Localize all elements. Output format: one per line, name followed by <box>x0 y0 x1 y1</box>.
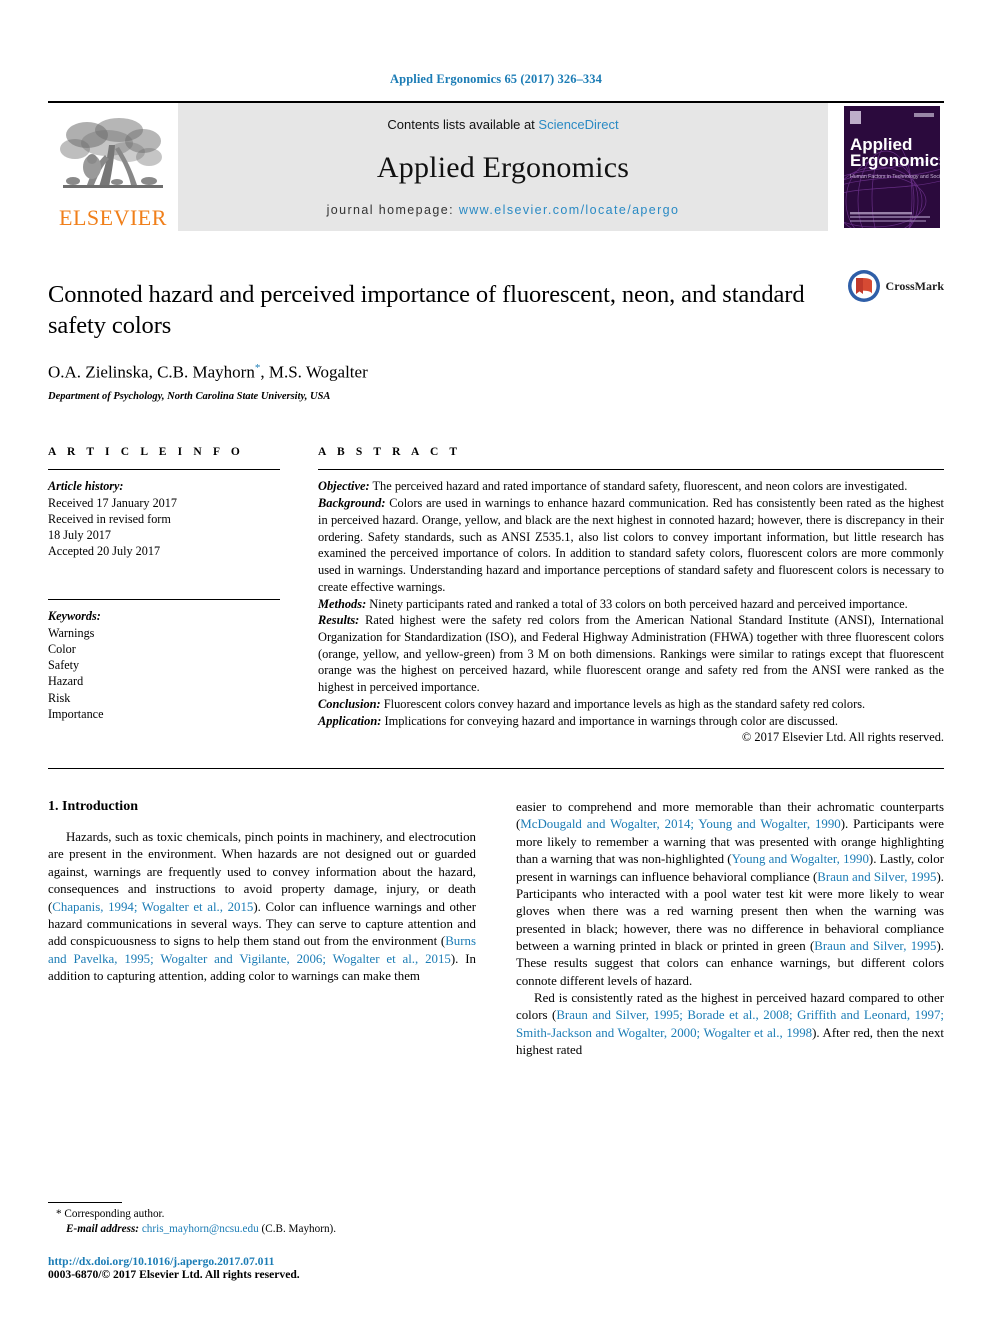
citation-link[interactable]: McDougald and Wogalter, 2014; Young and … <box>520 817 840 831</box>
body-column-right: easier to comprehend and more memorable … <box>516 799 944 1059</box>
abstract-section-text: Fluorescent colors convey hazard and imp… <box>380 696 866 711</box>
abstract-heading: A B S T R A C T <box>318 446 462 459</box>
keywords-block: Keywords: Warnings Color Safety Hazard R… <box>48 599 280 722</box>
journal-title: Applied Ergonomics <box>376 150 630 184</box>
journal-cover-thumbnail: Applied Ergonomics Human Factors in Tech… <box>840 103 944 231</box>
paragraph: Red is consistently rated as the highest… <box>516 990 944 1059</box>
keyword-item: Importance <box>48 706 104 721</box>
elsevier-logo: ELSEVIER <box>48 103 178 231</box>
abstract-section-label: Results: <box>318 613 360 628</box>
title-block: CrossMark Connoted hazard and perceived … <box>48 270 944 403</box>
paragraph: easier to comprehend and more memorable … <box>516 799 944 990</box>
author-list: O.A. Zielinska, C.B. Mayhorn*, M.S. Woga… <box>48 362 944 383</box>
abstract-section-label: Conclusion: <box>318 696 381 711</box>
abstract-section-text: Colors are used in warnings to enhance h… <box>318 496 944 594</box>
doi-block: http://dx.doi.org/10.1016/j.apergo.2017.… <box>48 1255 470 1281</box>
abstract-section-label: Objective: <box>318 479 370 494</box>
crossmark-label: CrossMark <box>885 278 944 293</box>
email-owner: (C.B. Mayhorn). <box>261 1223 337 1236</box>
corresponding-text: Corresponding author. <box>64 1208 165 1221</box>
article-info-column: A R T I C L E I N F O Article history: R… <box>48 446 280 746</box>
corresponding-author-line: * Corresponding author. <box>56 1207 470 1222</box>
abstract-section: Application: Implications for conveying … <box>318 713 944 730</box>
journal-banner: Contents lists available at ScienceDirec… <box>178 103 828 231</box>
keywords-label: Keywords: <box>48 609 101 624</box>
footnote-rule <box>48 1202 122 1204</box>
email-link[interactable]: chris_mayhorn@ncsu.edu <box>142 1223 259 1235</box>
contents-list-line: Contents lists available at ScienceDirec… <box>387 117 618 132</box>
paragraph: Hazards, such as toxic chemicals, pinch … <box>48 829 476 985</box>
abstract-section: Background: Colors are used in warnings … <box>318 495 944 595</box>
abstract-section: Results: Rated highest were the safety r… <box>318 612 944 696</box>
body-column-left: 1. Introduction Hazards, such as toxic c… <box>48 799 476 1059</box>
abstract-section-label: Methods: <box>318 596 367 611</box>
issn-copyright-line: 0003-6870/© 2017 Elsevier Ltd. All right… <box>48 1268 300 1281</box>
abstract-section-text: Implications for conveying hazard and im… <box>381 713 838 728</box>
running-head: Applied Ergonomics 65 (2017) 326–334 <box>390 72 602 86</box>
keyword-item: Risk <box>48 690 71 705</box>
journal-homepage-line: journal homepage: www.elsevier.com/locat… <box>327 203 680 217</box>
doi-link[interactable]: http://dx.doi.org/10.1016/j.apergo.2017.… <box>48 1255 470 1268</box>
article-info-heading: A R T I C L E I N F O <box>48 446 244 459</box>
abstract-section-text: The perceived hazard and rated importanc… <box>369 479 908 494</box>
sciencedirect-link[interactable]: ScienceDirect <box>538 117 618 132</box>
citation-link[interactable]: Chapanis, 1994; Wogalter et al., 2015 <box>52 900 253 914</box>
history-item: 18 July 2017 <box>48 528 111 543</box>
journal-header-band: ELSEVIER Contents lists available at Sci… <box>48 101 944 231</box>
article-history: Article history: Received 17 January 201… <box>48 478 280 559</box>
affiliation: Department of Psychology, North Carolina… <box>48 391 331 403</box>
abstract-column: A B S T R A C T Objective: The perceived… <box>318 446 944 746</box>
history-item: Accepted 20 July 2017 <box>48 544 161 559</box>
svg-text:Human Factors in Technology an: Human Factors in Technology and Society <box>850 174 940 180</box>
abstract-section-label: Background: <box>318 496 386 511</box>
citation-link[interactable]: Braun and Silver, 1995 <box>817 870 936 884</box>
contents-prefix: Contents lists available at <box>387 117 539 132</box>
abstract-section-text: Rated highest were the safety red colors… <box>318 613 944 695</box>
corresponding-marker: * <box>56 1208 62 1221</box>
email-line: E-mail address: chris_mayhorn@ncsu.edu (… <box>56 1222 470 1237</box>
svg-text:Ergonomics: Ergonomics <box>850 151 940 170</box>
crossmark-badge[interactable]: CrossMark <box>847 269 944 303</box>
article-info-rule <box>48 469 280 471</box>
keyword-item: Color <box>48 641 76 656</box>
keyword-item: Safety <box>48 658 80 673</box>
elsevier-tree-icon <box>60 118 163 188</box>
abstract-copyright: © 2017 Elsevier Ltd. All rights reserved… <box>741 730 944 745</box>
citation-link[interactable]: Braun and Silver, 1995 <box>814 939 936 953</box>
author-names: O.A. Zielinska, C.B. Mayhorn <box>48 362 255 382</box>
abstract-section-text: Ninety participants rated and ranked a t… <box>366 596 908 611</box>
body-columns: 1. Introduction Hazards, such as toxic c… <box>48 799 944 1059</box>
abstract-body: Objective: The perceived hazard and rate… <box>318 478 944 746</box>
crossmark-icon <box>847 270 880 302</box>
history-item: Received 17 January 2017 <box>48 495 177 510</box>
footer-block: * Corresponding author. E-mail address: … <box>48 1202 470 1281</box>
keyword-item: Hazard <box>48 674 84 689</box>
info-abstract-region: A R T I C L E I N F O Article history: R… <box>48 446 944 746</box>
journal-homepage-link[interactable]: www.elsevier.com/locate/apergo <box>459 203 680 217</box>
section-heading-introduction: 1. Introduction <box>48 799 138 815</box>
abstract-section-label: Application: <box>318 713 382 728</box>
abstract-section: Conclusion: Fluorescent colors convey ha… <box>318 696 944 713</box>
keywords-list: Keywords: Warnings Color Safety Hazard R… <box>48 608 280 722</box>
article-page: Applied Ergonomics 65 (2017) 326–334 ELS… <box>0 0 992 1323</box>
citation-link[interactable]: Young and Wogalter, 1990 <box>732 852 869 866</box>
page-title: Connoted hazard and perceived importance… <box>48 281 805 340</box>
homepage-prefix: journal homepage: <box>326 203 459 217</box>
history-item: Received in revised form <box>48 511 171 526</box>
abstract-bottom-rule <box>48 768 944 770</box>
keyword-item: Warnings <box>48 625 95 640</box>
journal-cover-image: Applied Ergonomics Human Factors in Tech… <box>844 106 940 228</box>
keywords-rule <box>48 599 280 601</box>
author-names-tail: , M.S. Wogalter <box>260 362 368 382</box>
abstract-section: Methods: Ninety participants rated and r… <box>318 596 944 613</box>
abstract-section: Objective: The perceived hazard and rate… <box>318 478 944 495</box>
corresponding-author-note: * Corresponding author. E-mail address: … <box>48 1207 470 1237</box>
elsevier-wordmark: ELSEVIER <box>59 205 167 230</box>
abstract-rule <box>318 469 944 471</box>
article-history-label: Article history: <box>48 479 124 494</box>
email-label: E-mail address: <box>66 1223 140 1236</box>
